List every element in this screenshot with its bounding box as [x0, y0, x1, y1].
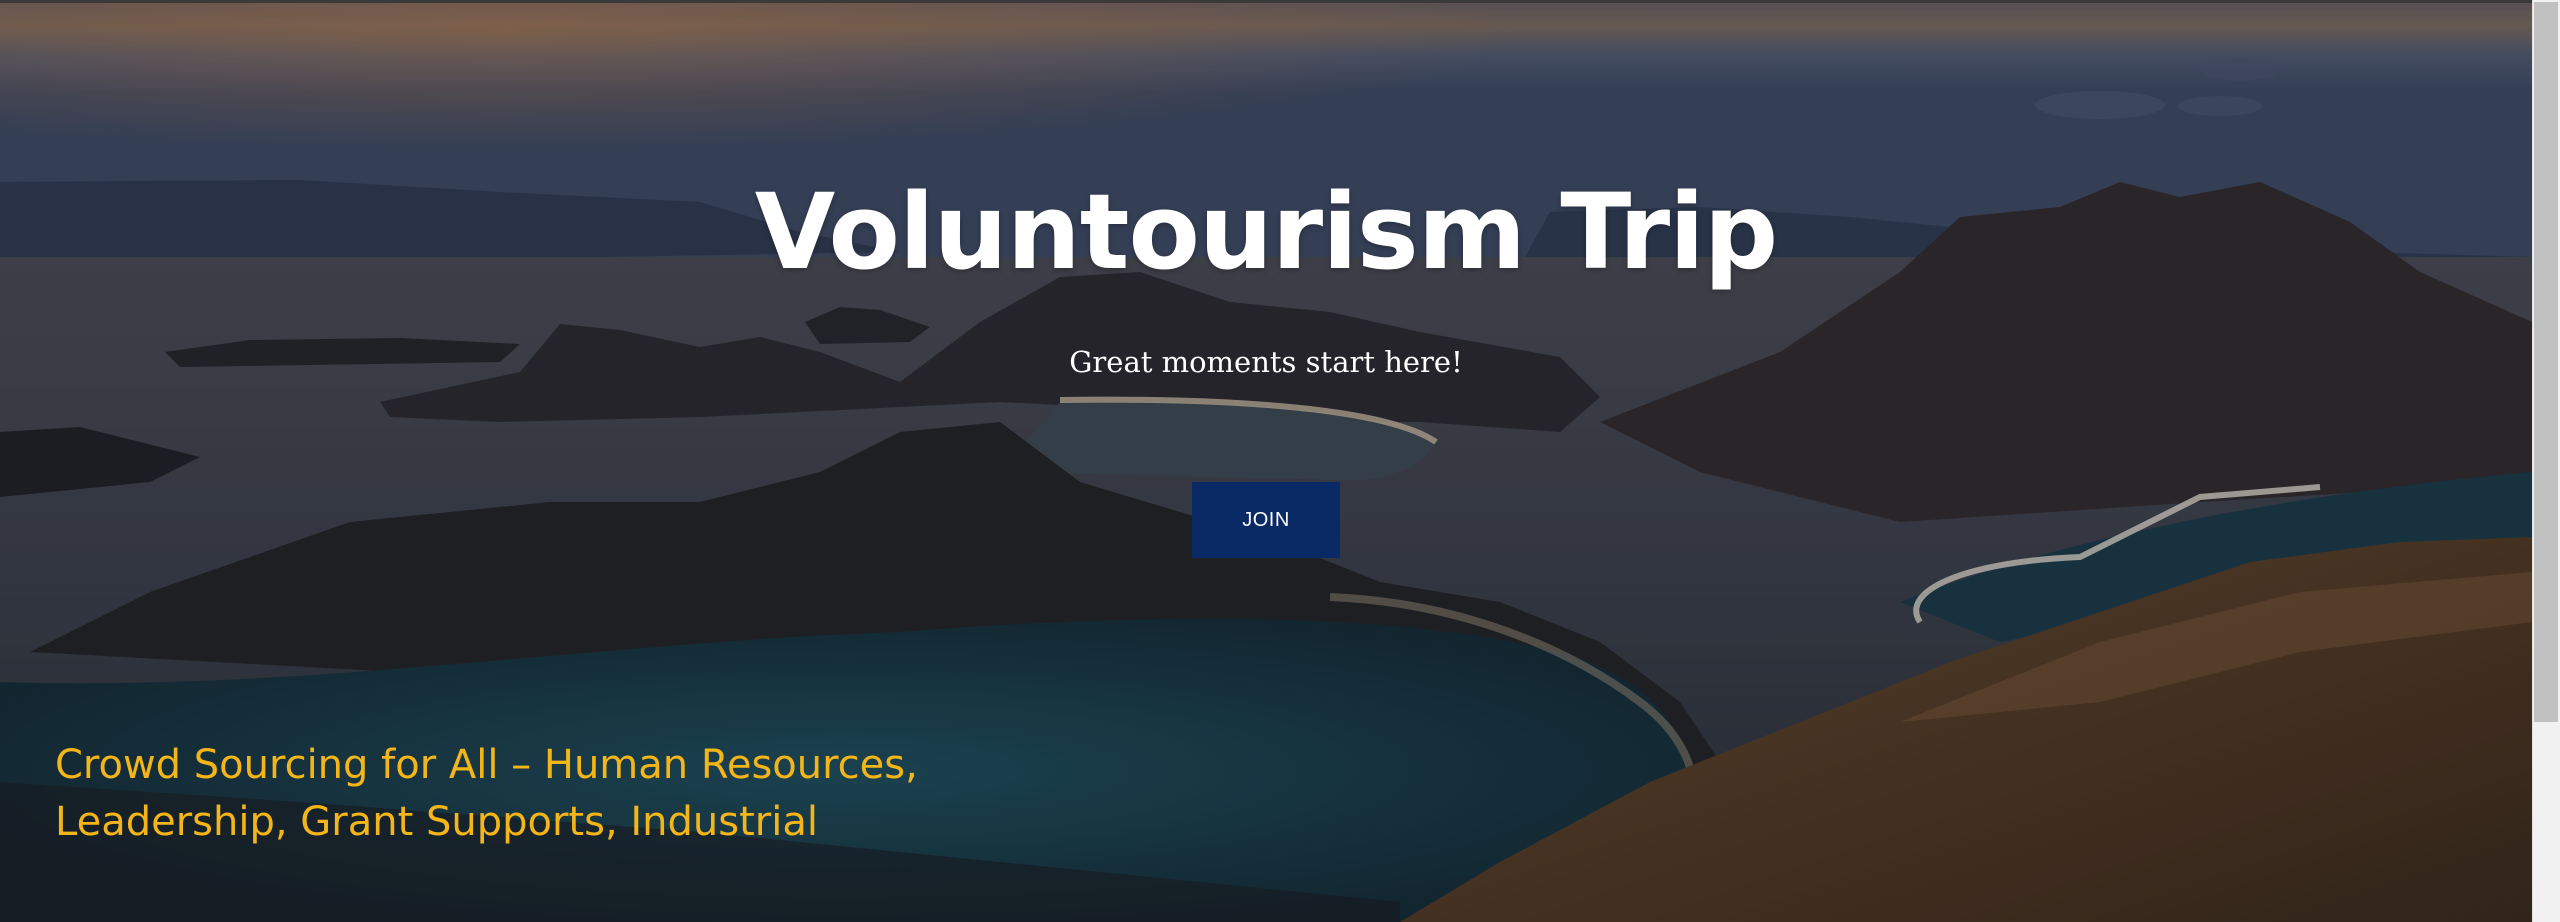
promo-text: Crowd Sourcing for All – Human Resources… [55, 737, 1055, 851]
page: Voluntourism Trip Great moments start he… [0, 0, 2560, 922]
join-button[interactable]: JOIN [1192, 482, 1340, 558]
top-edge-shadow [0, 0, 2560, 3]
hero-section: Voluntourism Trip Great moments start he… [0, 2, 2532, 922]
hero-tagline: Great moments start here! [1069, 345, 1463, 379]
promo-line-1: Crowd Sourcing for All – Human Resources… [55, 742, 918, 788]
hero-title: Voluntourism Trip [754, 171, 1779, 293]
scrollbar-thumb[interactable] [2534, 2, 2558, 722]
promo-line-2: Leadership, Grant Supports, Industrial [55, 799, 818, 845]
